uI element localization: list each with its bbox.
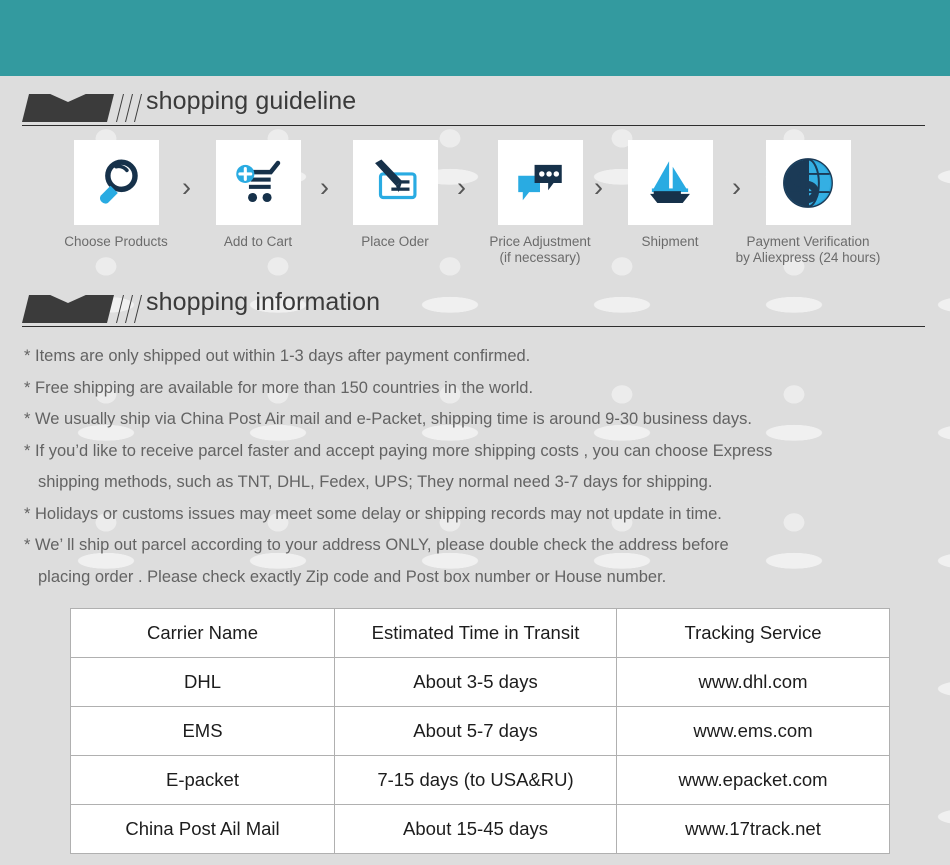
table-cell-tracking[interactable]: www.dhl.com — [616, 657, 890, 707]
step-place-order[interactable]: Place Oder — [312, 140, 478, 250]
top-banner-bar — [0, 0, 950, 76]
table-header-cell: Tracking Service — [616, 608, 890, 658]
table-cell-tracking[interactable]: www.17track.net — [616, 804, 890, 854]
table-cell-carrier: E-packet — [70, 755, 335, 805]
chat-bubbles-icon — [497, 140, 583, 225]
table-row: EMS About 5-7 days www.ems.com — [70, 706, 890, 756]
banner-ribbon-icon-2 — [22, 295, 142, 323]
table-row: DHL About 3-5 days www.dhl.com — [70, 657, 890, 707]
step-caption-sub: by Aliexpress (24 hours) — [735, 250, 881, 265]
banner-ribbon-icon — [22, 94, 142, 122]
sailboat-icon — [627, 140, 713, 225]
table-cell-transit: About 15-45 days — [334, 804, 617, 854]
step-caption: Place Oder — [361, 234, 429, 249]
section-header-information: shopping information — [0, 288, 950, 337]
table-header-cell: Estimated Time in Transit — [334, 608, 617, 658]
table-cell-transit: About 3-5 days — [334, 657, 617, 707]
info-line: * Holidays or customs issues may meet so… — [24, 504, 722, 523]
info-line: shipping methods, such as TNT, DHL, Fede… — [38, 473, 713, 491]
step-caption: Payment Verification — [746, 234, 870, 249]
table-header-cell: Carrier Name — [70, 608, 335, 658]
info-line: * If you’d like to receive parcel faster… — [24, 441, 773, 460]
step-payment-verification[interactable]: Payment Verification by Aliexpress (24 h… — [725, 140, 891, 266]
dollar-globe-icon — [765, 140, 851, 225]
info-line: * Free shipping are available for more t… — [24, 378, 534, 397]
section-divider — [22, 125, 925, 126]
table-header-row: Carrier Name Estimated Time in Transit T… — [70, 608, 890, 658]
table-row: E-packet 7-15 days (to USA&RU) www.epack… — [70, 755, 890, 805]
table-cell-carrier: China Post Ail Mail — [70, 804, 335, 854]
info-line: * Items are only shipped out within 1-3 … — [24, 347, 531, 365]
section-divider-2 — [22, 326, 925, 327]
section-title-guideline: shopping guideline — [146, 87, 357, 115]
table-row: China Post Ail Mail About 15-45 days www… — [70, 804, 890, 854]
step-caption-sub: (if necessary) — [499, 250, 581, 265]
carrier-table: Carrier Name Estimated Time in Transit T… — [70, 608, 890, 854]
section-header-guideline: shopping guideline — [0, 87, 950, 136]
table-cell-tracking[interactable]: www.ems.com — [616, 706, 890, 756]
sign-order-icon — [352, 140, 438, 225]
cart-plus-icon — [215, 140, 301, 225]
table-cell-carrier: DHL — [70, 657, 335, 707]
table-cell-transit: About 5-7 days — [334, 706, 617, 756]
magnifier-icon — [73, 140, 159, 225]
info-line: * We’ ll ship out parcel according to yo… — [24, 536, 729, 554]
table-cell-carrier: EMS — [70, 706, 335, 756]
section-title-information: shopping information — [146, 288, 381, 316]
table-cell-tracking[interactable]: www.epacket.com — [616, 755, 890, 805]
info-line: * We usually ship via China Post Air mai… — [24, 410, 752, 428]
table-cell-transit: 7-15 days (to USA&RU) — [334, 755, 617, 805]
page-root: shopping guideline Choose Products › Add… — [0, 0, 950, 865]
steps-row: Choose Products › Add to Cart › Place Od… — [0, 140, 950, 280]
shipping-info-list: * Items are only shipped out within 1-3 … — [24, 341, 929, 593]
info-line: placing order . Please check exactly Zip… — [38, 567, 667, 586]
